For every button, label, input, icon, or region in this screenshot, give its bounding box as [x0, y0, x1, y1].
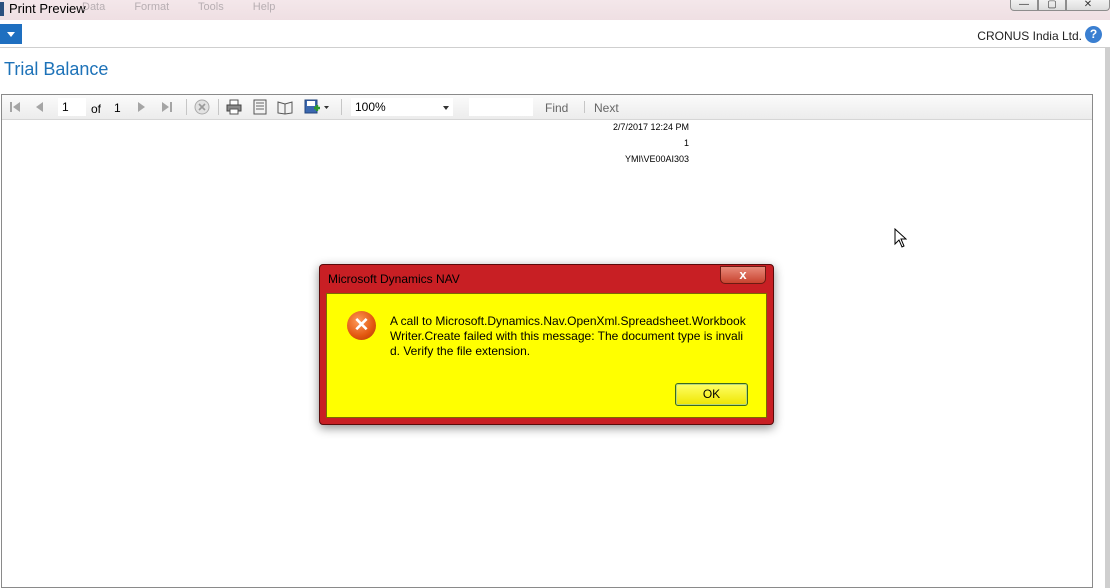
page-number-input[interactable]: 1 — [58, 98, 86, 116]
mouse-cursor-icon — [894, 227, 908, 251]
find-next-link[interactable]: Next — [594, 101, 619, 115]
error-dialog: Microsoft Dynamics NAV x ✕ A call to Mic… — [319, 264, 774, 425]
window-controls: — ▢ ✕ — [1010, 0, 1110, 11]
toolbar-separator — [584, 101, 585, 113]
dialog-body: ✕ A call to Microsoft.Dynamics.Nav.OpenX… — [326, 293, 767, 418]
chevron-down-icon — [7, 31, 15, 37]
ghost-menu-item: Help — [252, 1, 276, 13]
company-name: CRONUS India Ltd. — [977, 29, 1082, 43]
ribbon-bar: CRONUS India Ltd. ? — [0, 20, 1110, 48]
find-input[interactable] — [469, 98, 533, 116]
application-menu-button[interactable] — [0, 24, 22, 44]
window-titlebar: Print Preview Data Format Tools Help — ▢… — [0, 0, 1110, 20]
stop-icon[interactable] — [193, 99, 211, 115]
zoom-value: 100% — [355, 100, 386, 114]
ok-button[interactable]: OK — [675, 383, 748, 406]
report-toolbar: 1 of 1 100% Find Next — [2, 95, 1092, 120]
window-title: Print Preview — [9, 1, 86, 16]
toolbar-separator — [186, 99, 187, 115]
dialog-close-button[interactable]: x — [720, 266, 766, 284]
total-pages-label: 1 — [114, 101, 121, 115]
window-right-border — [1105, 48, 1110, 588]
first-page-icon[interactable] — [8, 100, 22, 114]
report-page-number: 1 — [683, 138, 689, 148]
chevron-down-icon — [443, 106, 449, 110]
toolbar-separator — [218, 99, 219, 115]
ghost-menu-item: Format — [134, 1, 170, 13]
error-icon: ✕ — [347, 311, 376, 340]
ghost-menu-item: Data — [82, 1, 106, 13]
page-setup-icon[interactable] — [276, 100, 294, 115]
export-icon[interactable] — [304, 99, 330, 114]
zoom-select[interactable]: 100% — [351, 98, 453, 116]
print-icon[interactable] — [225, 99, 243, 115]
minimize-button[interactable]: — — [1010, 0, 1038, 11]
page-title: Trial Balance — [4, 59, 109, 79]
close-window-button[interactable]: ✕ — [1066, 0, 1110, 11]
maximize-button[interactable]: ▢ — [1038, 0, 1066, 11]
toolbar-separator — [341, 99, 342, 115]
report-user-id: YMI\VE00AI303 — [624, 154, 689, 164]
next-page-icon[interactable] — [134, 100, 148, 114]
ghost-menu-item: Tools — [198, 1, 224, 13]
ghost-menu: Data Format Tools Help — [82, 1, 301, 13]
previous-page-icon[interactable] — [33, 100, 47, 114]
print-layout-icon[interactable] — [251, 99, 269, 115]
last-page-icon[interactable] — [160, 100, 174, 114]
report-datetime: 2/7/2017 12:24 PM — [612, 122, 689, 132]
app-icon — [0, 2, 4, 16]
error-message: A call to Microsoft.Dynamics.Nav.OpenXml… — [390, 314, 746, 358]
find-link[interactable]: Find — [545, 101, 568, 115]
help-icon[interactable]: ? — [1085, 26, 1102, 43]
page-of-label: of — [91, 102, 102, 116]
dialog-title: Microsoft Dynamics NAV — [328, 272, 460, 286]
